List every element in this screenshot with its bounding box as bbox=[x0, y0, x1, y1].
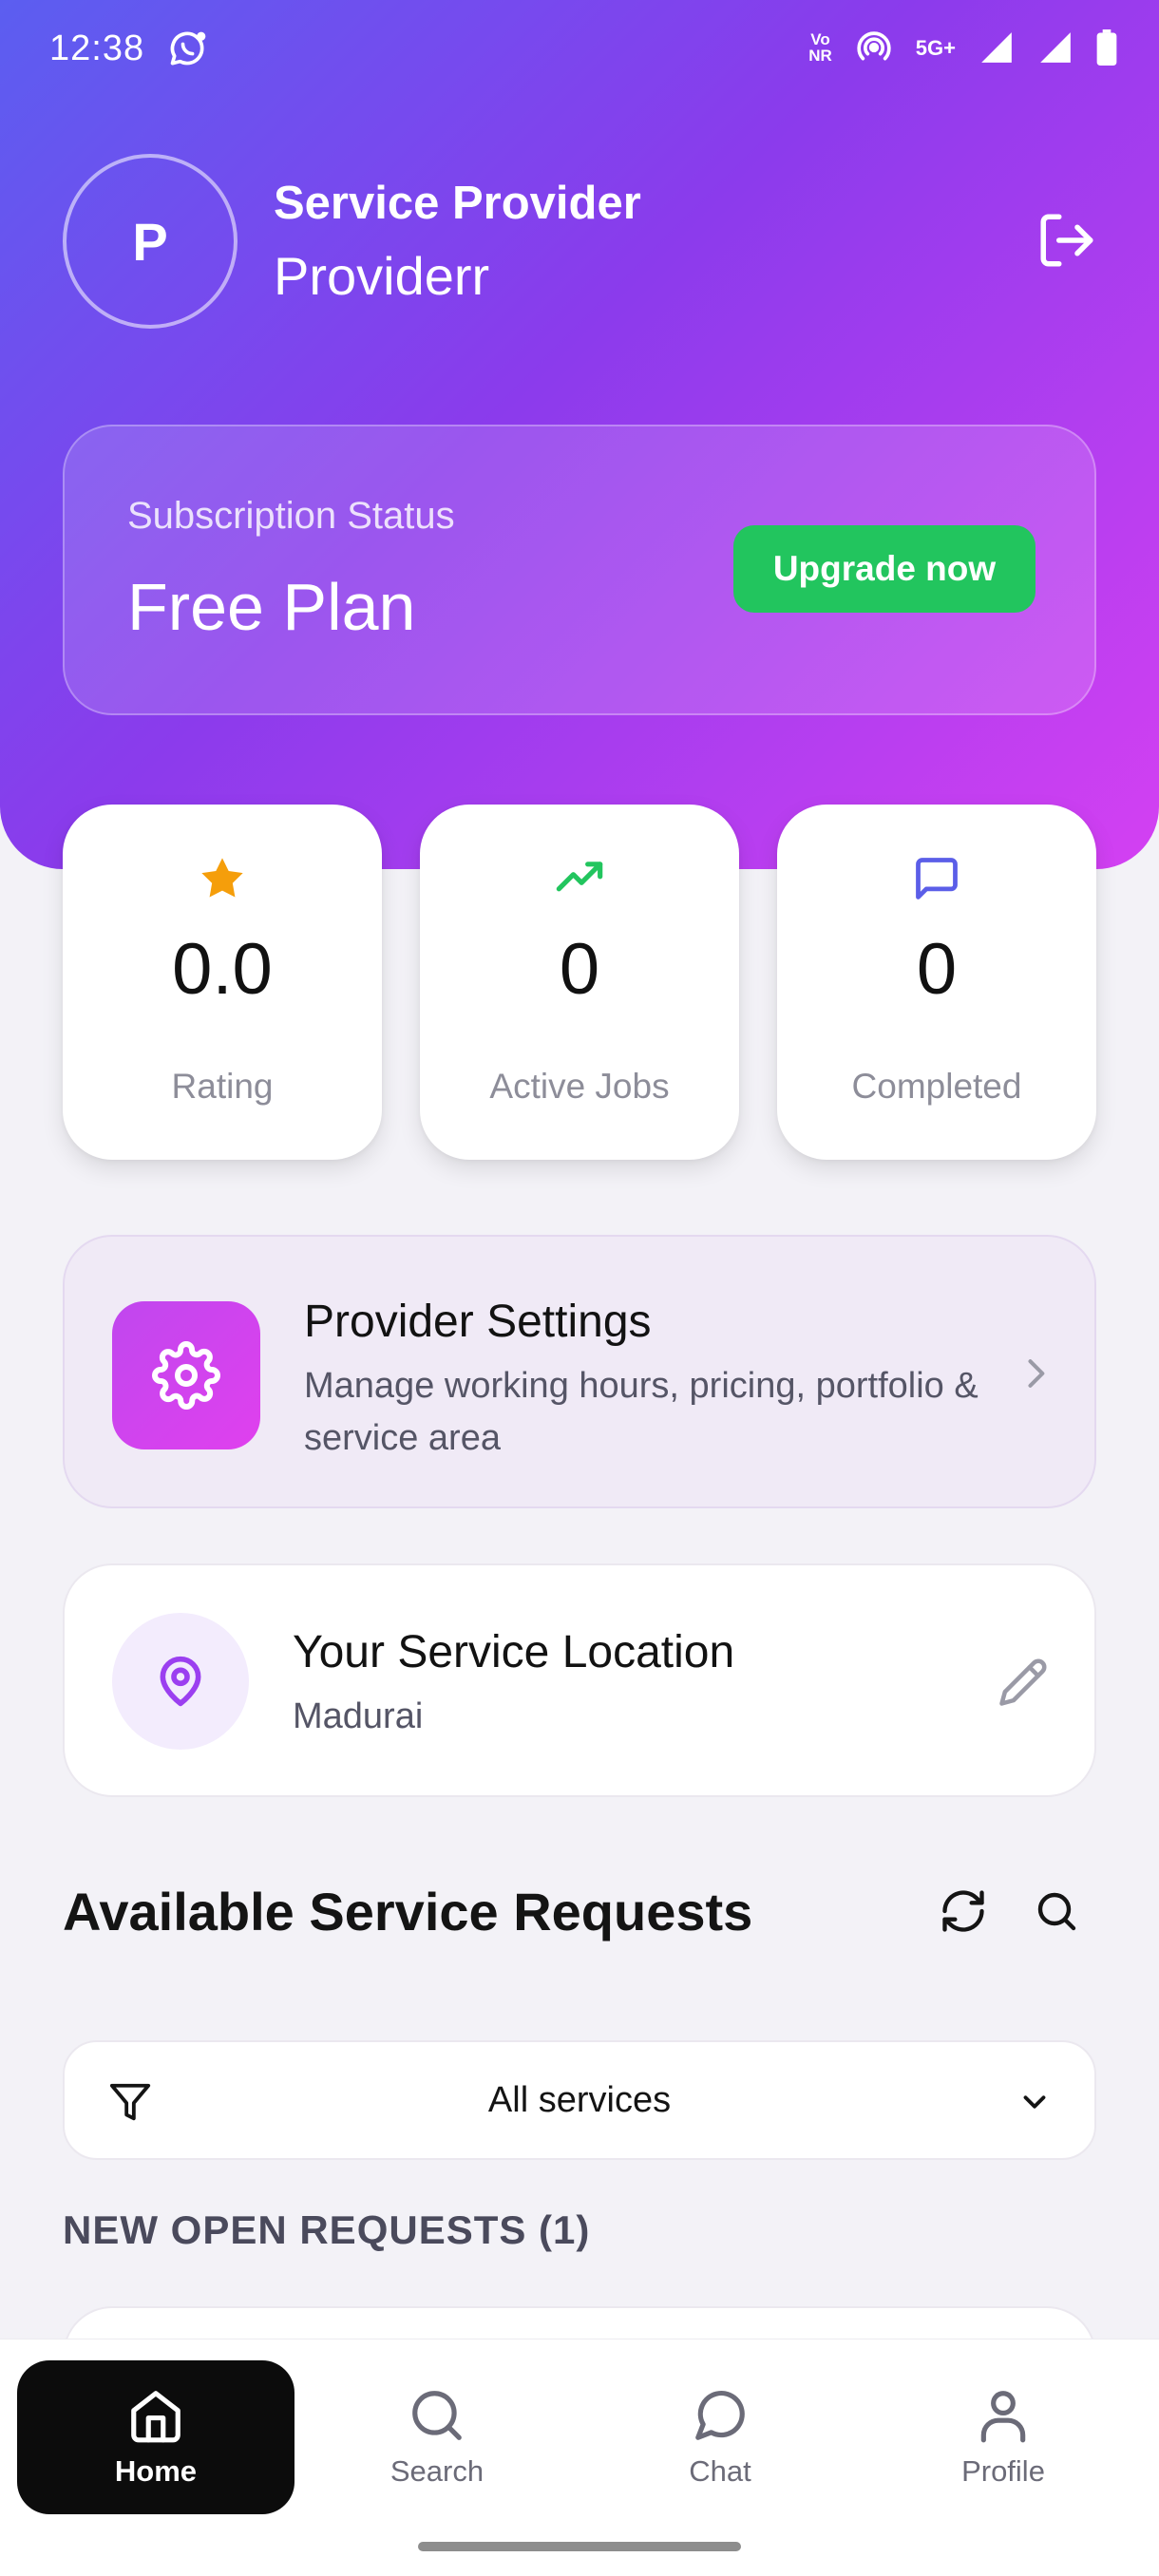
header-hero: 12:38 Vo NR 5G+ P Service Provider Provi… bbox=[0, 0, 1159, 869]
nav-label: Chat bbox=[689, 2454, 751, 2488]
provider-settings-description: Manage working hours, pricing, portfolio… bbox=[304, 1366, 978, 1458]
message-square-icon bbox=[916, 858, 958, 900]
filter-selected-value: All services bbox=[487, 2080, 672, 2120]
nav-home[interactable]: Home bbox=[17, 2360, 294, 2514]
nav-label: Profile bbox=[961, 2454, 1045, 2488]
settings-icon-box bbox=[112, 1301, 260, 1449]
status-bar: 12:38 Vo NR 5G+ bbox=[0, 0, 1159, 100]
provider-settings-title: Provider Settings bbox=[304, 1297, 652, 1347]
location-icon-circle bbox=[112, 1613, 249, 1750]
edit-pencil-icon[interactable] bbox=[998, 1657, 1049, 1708]
signal-icon-2 bbox=[1040, 32, 1071, 63]
stat-card-rating: 0.0 Rating bbox=[63, 805, 382, 1160]
section-title: Available Service Requests bbox=[63, 1882, 753, 1941]
nav-label: Home bbox=[114, 2454, 198, 2488]
gear-icon bbox=[152, 1341, 220, 1410]
stat-label: Completed bbox=[851, 1067, 1022, 1106]
network-type: 5G+ bbox=[915, 35, 956, 60]
nav-chat[interactable]: Chat bbox=[581, 2360, 859, 2514]
bottom-navigation: Home Search Chat Profile bbox=[0, 2339, 1159, 2576]
status-icons: Vo NR 5G+ bbox=[808, 28, 1117, 66]
home-icon bbox=[131, 2391, 180, 2443]
stat-value: 0 bbox=[916, 929, 958, 1010]
subscription-card: Subscription Status Free Plan Upgrade no… bbox=[63, 425, 1096, 715]
status-time: 12:38 bbox=[49, 28, 145, 68]
battery-icon bbox=[1096, 29, 1117, 66]
search-icon bbox=[412, 2391, 462, 2440]
stat-value: 0.0 bbox=[172, 929, 273, 1010]
upgrade-button[interactable]: Upgrade now bbox=[733, 525, 1036, 613]
nav-profile[interactable]: Profile bbox=[864, 2360, 1142, 2514]
nav-label: Search bbox=[390, 2454, 484, 2488]
chevron-down-icon bbox=[1023, 2095, 1046, 2109]
signal-icon bbox=[981, 32, 1012, 63]
star-icon bbox=[201, 858, 243, 898]
trending-up-icon bbox=[556, 862, 603, 892]
chevron-right-icon bbox=[1028, 1359, 1045, 1388]
avatar-initial: P bbox=[132, 211, 168, 272]
provider-settings-card[interactable]: Provider Settings Manage working hours, … bbox=[63, 1235, 1096, 1508]
whatsapp-notification-icon bbox=[170, 31, 206, 66]
logout-icon[interactable] bbox=[1036, 209, 1098, 272]
stat-card-active-jobs: 0 Active Jobs bbox=[420, 805, 739, 1160]
username: Providerr bbox=[274, 246, 490, 306]
subscription-plan: Free Plan bbox=[127, 570, 416, 644]
subscription-label: Subscription Status bbox=[127, 495, 455, 537]
avatar[interactable]: P bbox=[63, 154, 238, 329]
service-filter-select[interactable]: All services bbox=[63, 2040, 1096, 2160]
service-location-card: Your Service Location Madurai bbox=[63, 1563, 1096, 1797]
refresh-icon[interactable] bbox=[939, 1886, 988, 1936]
profile-icon bbox=[980, 2391, 1026, 2443]
search-icon[interactable] bbox=[1034, 1888, 1079, 1934]
stat-value: 0 bbox=[559, 929, 600, 1010]
stat-label: Rating bbox=[171, 1067, 274, 1106]
stat-label: Active Jobs bbox=[489, 1067, 670, 1106]
chat-icon bbox=[695, 2390, 745, 2440]
open-requests-label: NEW OPEN REQUESTS (1) bbox=[63, 2207, 591, 2252]
nav-search[interactable]: Search bbox=[298, 2360, 576, 2514]
home-indicator bbox=[418, 2542, 741, 2551]
stat-card-completed: 0 Completed bbox=[777, 805, 1096, 1160]
hotspot-icon bbox=[857, 31, 891, 61]
location-title: Your Service Location bbox=[293, 1627, 735, 1677]
user-role: Service Provider bbox=[274, 178, 641, 229]
map-pin-icon bbox=[160, 1656, 201, 1707]
volte-icon: Vo NR bbox=[808, 30, 832, 65]
location-city: Madurai bbox=[293, 1696, 424, 1736]
